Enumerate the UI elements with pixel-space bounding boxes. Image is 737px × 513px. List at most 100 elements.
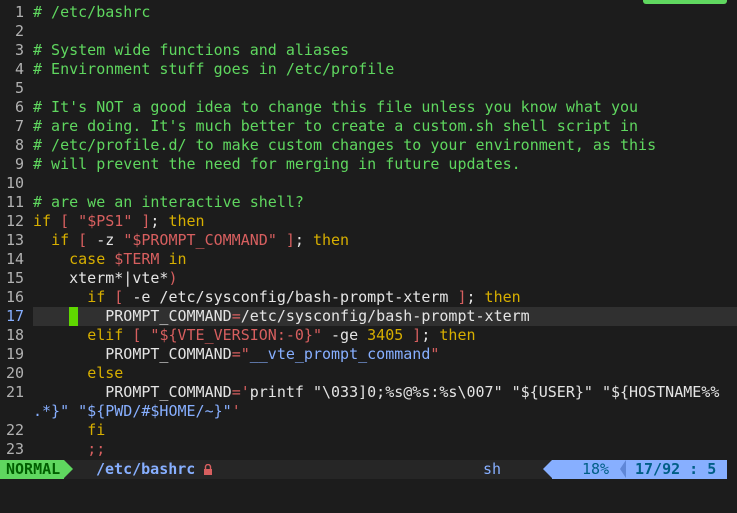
code-line[interactable]: 6 # It's NOT a good idea to change this f… [0,98,737,117]
line-content [33,79,737,98]
line-number: 13 [5,231,24,249]
code-token: xterm*|vte* [33,269,169,287]
line-number: 21 [5,383,24,401]
line-content: PROMPT_COMMAND=/etc/sysconfig/bash-promp… [33,307,737,326]
code-line[interactable]: 17 PROMPT_COMMAND=/etc/sysconfig/bash-pr… [0,307,737,326]
code-token: " [78,212,88,230]
line-content: if [ -z "$PROMPT_COMMAND" ]; then [33,231,737,250]
line-content: # /etc/profile.d/ to make custom changes… [33,136,737,155]
code-line[interactable]: 20 else [0,364,737,383]
code-line[interactable]: 5 [0,79,737,98]
file-type: sh [483,460,502,478]
line-text: fi [33,421,105,440]
code-line[interactable]: 13 if [ -z "$PROMPT_COMMAND" ]; then [0,231,737,250]
code-line[interactable]: 22 fi [0,421,737,440]
code-line[interactable]: 1 # /etc/bashrc [0,3,737,22]
code-line[interactable]: 14 case $TERM in [0,250,737,269]
code-token: -e /etc/sysconfig/bash-prompt-xterm [132,288,458,306]
line-text: .*}" "${PWD/#$HOME/~}"' [33,402,241,421]
file-name: /etc/bashrc [96,460,196,478]
line-content: if [ -e /etc/sysconfig/bash-prompt-xterm… [33,288,737,307]
line-content: .*}" "${PWD/#$HOME/~}"' [0,402,737,421]
line-text: PROMPT_COMMAND='printf "\033]0;%s@%s:%s\… [33,383,719,402]
text-cursor [69,307,78,326]
code-line[interactable]: 4 # Environment stuff goes in /etc/profil… [0,60,737,79]
code-line[interactable]: 15 xterm*|vte*) [0,269,737,288]
code-token: " [267,231,277,249]
code-token: = [231,307,241,325]
line-number: 16 [5,288,24,306]
command-line[interactable] [0,479,737,513]
line-number: 8 [14,136,24,154]
line-text: if [ -z "$PROMPT_COMMAND" ]; then [33,231,349,250]
code-line[interactable]: 9 # will prevent the need for merging in … [0,155,737,174]
code-token: " [123,212,133,230]
code-token: # Environment stuff goes in /etc/profile [33,60,395,78]
code-token: " [312,326,322,344]
status-line: NORMAL /etc/bashrc sh 18% 17/92 : 5 [0,460,727,479]
line-number: 23 [5,440,24,458]
line-number: 14 [5,250,24,268]
code-line[interactable]: 8 # /etc/profile.d/ to make custom change… [0,136,737,155]
line-number: 15 [5,269,24,287]
line-text: else [33,364,123,383]
code-token: in [168,250,187,268]
code-token: [ [123,326,151,344]
line-content: # Environment stuff goes in /etc/profile [33,60,737,79]
line-number: 3 [14,41,24,59]
code-token: = [231,345,241,363]
mode-indicator: NORMAL [0,460,64,479]
percent-separator [620,460,626,478]
code-line[interactable]: 11 # are we an interactive shell? [0,193,737,212]
code-line[interactable]: 7 # are doing. It's much better to create… [0,117,737,136]
code-line[interactable]: 18 elif [ "${VTE_VERSION:-0}" -ge 3405 ]… [0,326,737,345]
code-token: -z [96,231,124,249]
code-line[interactable]: 23 ;; [0,440,737,459]
code-line[interactable]: .*}" "${PWD/#$HOME/~}"' [0,402,737,421]
code-line[interactable]: 3 # System wide functions and aliases [0,41,737,60]
code-line[interactable]: 2 [0,22,737,41]
line-number: 11 [5,193,24,211]
text-buffer[interactable]: 1 # /etc/bashrc 2 3 # System wide functions … [0,3,737,459]
code-token: case [69,250,106,268]
code-line[interactable]: 10 [0,174,737,193]
code-token: then [168,212,205,230]
code-token: __vte_prompt_command [249,345,431,363]
line-content: # will prevent the need for merging in f… [33,155,737,174]
code-token: .*}" "${PWD/#$HOME/~}" [33,402,232,420]
line-text: PROMPT_COMMAND="__vte_prompt_command" [33,345,439,364]
line-content: # are we an interactive shell? [33,193,737,212]
line-content: # /etc/bashrc [33,3,737,22]
code-token: ' [231,402,241,420]
code-token: ; [466,288,485,306]
code-line[interactable]: 12 if [ "$PS1" ]; then [0,212,737,231]
cursor-position: 17/92 : 5 [635,460,717,478]
code-line[interactable]: 19 PROMPT_COMMAND="__vte_prompt_command" [0,345,737,364]
code-token: # It's NOT a good idea to change this fi… [33,98,639,116]
code-token: ' [240,383,250,401]
line-content: # System wide functions and aliases [33,41,737,60]
line-number: 18 [5,326,24,344]
code-token: /etc/sysconfig/bash-prompt-xterm [240,307,530,325]
line-content: if [ "$PS1" ]; then [33,212,737,231]
code-token: printf "\033]0;%s@%s:%s\007" "${USER}" "… [249,383,720,401]
code-token: $PS1 [87,212,124,230]
code-token: if [51,231,70,249]
code-line[interactable]: 21 PROMPT_COMMAND='printf "\033]0;%s@%s:… [0,383,737,402]
code-token: # are we an interactive shell? [33,193,304,211]
line-text: # /etc/profile.d/ to make custom changes… [33,136,656,155]
code-token: then [484,288,521,306]
position-separator-arrow [543,460,552,478]
line-number: 5 [14,79,24,97]
line-number: 9 [14,155,24,173]
code-token: # will prevent the need for merging in f… [33,155,521,173]
line-number: 7 [14,117,24,135]
code-token: " [240,345,250,363]
code-line[interactable]: 16 if [ -e /etc/sysconfig/bash-prompt-xt… [0,288,737,307]
line-number: 19 [5,345,24,363]
